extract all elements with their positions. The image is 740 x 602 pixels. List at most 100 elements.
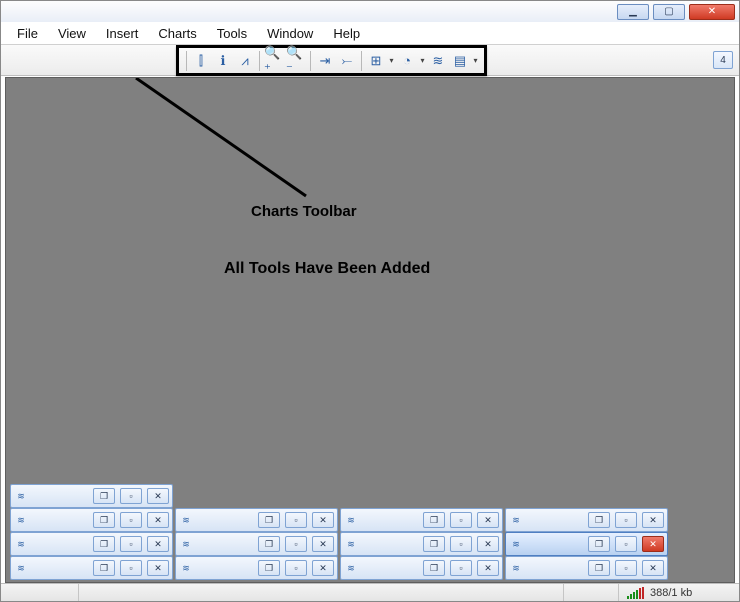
child-maximize-button[interactable]: ▫ xyxy=(450,512,472,528)
tile-icon[interactable]: ▤ xyxy=(449,50,471,72)
chart-shift-icon[interactable]: ⤚ xyxy=(336,50,358,72)
child-close-button[interactable]: ✕ xyxy=(642,560,664,576)
child-restore-button[interactable]: ❐ xyxy=(93,488,115,504)
maximize-icon: ▢ xyxy=(664,6,673,17)
child-close-button[interactable]: ✕ xyxy=(312,536,334,552)
child-restore-button[interactable]: ❐ xyxy=(423,536,445,552)
child-maximize-button[interactable]: ▫ xyxy=(285,560,307,576)
child-maximize-button[interactable]: ▫ xyxy=(450,560,472,576)
child-window[interactable]: ≋ ❐ ▫ ✕ xyxy=(175,556,338,580)
child-restore-button[interactable]: ❐ xyxy=(588,536,610,552)
child-window-row: ≋❐▫✕≋❐▫✕≋❐▫✕≋❐▫✕ xyxy=(10,556,668,580)
chart-window-icon: ≋ xyxy=(179,537,193,551)
child-window[interactable]: ≋❐▫✕ xyxy=(340,556,503,580)
child-window[interactable]: ≋ ❐ ▫ ✕ xyxy=(10,556,173,580)
zoom-out-icon[interactable]: 🔍⁻ xyxy=(285,50,307,72)
status-cell-1 xyxy=(1,584,79,601)
side-panel-tab[interactable]: 4 xyxy=(713,51,733,69)
child-window[interactable]: ≋ ❐ ▫ ✕ xyxy=(175,532,338,556)
child-window[interactable]: ≋ ❐ ▫ ✕ xyxy=(505,508,668,532)
child-close-button[interactable]: ✕ xyxy=(477,560,499,576)
child-close-button[interactable]: ✕ xyxy=(477,536,499,552)
close-button[interactable]: ✕ xyxy=(689,4,735,20)
chart-window-icon: ≋ xyxy=(179,513,193,527)
child-close-button[interactable]: ✕ xyxy=(147,536,169,552)
status-cell-2 xyxy=(564,584,619,601)
menu-window[interactable]: Window xyxy=(257,24,323,43)
child-restore-button[interactable]: ❐ xyxy=(588,512,610,528)
child-maximize-button[interactable]: ▫ xyxy=(120,512,142,528)
workspace: Charts Toolbar All Tools Have Been Added… xyxy=(5,77,735,583)
child-restore-button[interactable]: ❐ xyxy=(258,560,280,576)
child-window[interactable]: ≋ ❐ ▫ ✕ xyxy=(340,532,503,556)
periodicity-icon[interactable]: ◔ xyxy=(396,50,418,72)
child-maximize-button[interactable]: ▫ xyxy=(285,536,307,552)
child-window-row: ≋ ❐ ▫ ✕ xyxy=(10,484,668,508)
menu-file[interactable]: File xyxy=(7,24,48,43)
menu-view[interactable]: View xyxy=(48,24,96,43)
chart-window-icon: ≋ xyxy=(14,561,28,575)
child-restore-button[interactable]: ❐ xyxy=(588,560,610,576)
chart-window-icon: ≋ xyxy=(179,561,193,575)
maximize-button[interactable]: ▢ xyxy=(653,4,685,20)
templates-icon[interactable]: ≋ xyxy=(427,50,449,72)
child-window[interactable]: ≋ ❐ ▫ ✕ xyxy=(10,508,173,532)
menu-tools[interactable]: Tools xyxy=(207,24,257,43)
child-close-button[interactable]: ✕ xyxy=(642,536,664,552)
child-close-button[interactable]: ✕ xyxy=(642,512,664,528)
child-maximize-button[interactable]: ▫ xyxy=(120,488,142,504)
child-window[interactable]: ≋ ❐ ▫ ✕ xyxy=(505,532,668,556)
chart-window-icon: ≋ xyxy=(509,537,523,551)
periodicity-icon-dropdown[interactable]: ▾ xyxy=(418,56,427,65)
child-maximize-button[interactable]: ▫ xyxy=(120,536,142,552)
menu-help[interactable]: Help xyxy=(323,24,370,43)
child-window[interactable]: ≋ ❐ ▫ ✕ xyxy=(10,484,173,508)
child-maximize-button[interactable]: ▫ xyxy=(615,560,637,576)
chart-window-icon: ≋ xyxy=(344,537,358,551)
child-maximize-button[interactable]: ▫ xyxy=(120,560,142,576)
tile-icon-dropdown[interactable]: ▾ xyxy=(471,56,480,65)
child-maximize-button[interactable]: ▫ xyxy=(615,512,637,528)
indicators-icon-dropdown[interactable]: ▾ xyxy=(387,56,396,65)
child-window[interactable]: ≋❐▫✕ xyxy=(10,532,173,556)
child-window-stack: ≋ ❐ ▫ ✕ ≋ ❐ ▫ ✕ ≋ ❐ ▫ ✕ ≋ ❐ ▫ ✕ ≋ ❐ ▫ ✕ ≋ ❐ ▫ ✕ ≋ ❐ ▫ ✕ ≋ ❐ ▫ ✕ ≋ ❐ ▫ ✕ ≋ ❐ ▫ ✕… xyxy=(10,484,668,580)
status-network: 388/1 kb xyxy=(619,584,739,601)
chart-window-icon: ≋ xyxy=(509,513,523,527)
menu-charts[interactable]: Charts xyxy=(148,24,206,43)
chart-window-icon: ≋ xyxy=(14,489,28,503)
child-window[interactable]: ≋ ❐ ▫ ✕ xyxy=(175,508,338,532)
child-restore-button[interactable]: ❐ xyxy=(93,536,115,552)
child-maximize-button[interactable]: ▫ xyxy=(450,536,472,552)
indicators-icon[interactable]: ⊞ xyxy=(365,50,387,72)
child-restore-button[interactable]: ❐ xyxy=(258,536,280,552)
child-maximize-button[interactable]: ▫ xyxy=(285,512,307,528)
child-window[interactable]: ≋ ❐ ▫ ✕ xyxy=(505,556,668,580)
candlestick-icon[interactable]: ℹ xyxy=(212,50,234,72)
child-close-button[interactable]: ✕ xyxy=(312,560,334,576)
chart-window-icon: ≋ xyxy=(14,513,28,527)
child-close-button[interactable]: ✕ xyxy=(147,560,169,576)
bar-chart-icon[interactable]: ⫿ xyxy=(190,50,212,72)
line-chart-icon[interactable]: ⩘ xyxy=(234,50,256,72)
child-close-button[interactable]: ✕ xyxy=(312,512,334,528)
status-bar: 388/1 kb xyxy=(1,583,739,601)
zoom-in-icon[interactable]: 🔍⁺ xyxy=(263,50,285,72)
child-restore-button[interactable]: ❐ xyxy=(93,560,115,576)
child-restore-button[interactable]: ❐ xyxy=(423,512,445,528)
window-titlebar: ▁ ▢ ✕ xyxy=(1,1,739,23)
chart-window-icon: ≋ xyxy=(509,561,523,575)
child-restore-button[interactable]: ❐ xyxy=(93,512,115,528)
child-close-button[interactable]: ✕ xyxy=(147,512,169,528)
child-close-button[interactable]: ✕ xyxy=(477,512,499,528)
signal-icon xyxy=(627,587,644,599)
menu-insert[interactable]: Insert xyxy=(96,24,149,43)
child-restore-button[interactable]: ❐ xyxy=(258,512,280,528)
annotation-charts-toolbar-label: Charts Toolbar xyxy=(251,203,357,220)
child-window[interactable]: ≋❐▫✕ xyxy=(340,508,503,532)
auto-scroll-icon[interactable]: ⇥ xyxy=(314,50,336,72)
child-restore-button[interactable]: ❐ xyxy=(423,560,445,576)
child-maximize-button[interactable]: ▫ xyxy=(615,536,637,552)
minimize-button[interactable]: ▁ xyxy=(617,4,649,20)
network-traffic-label: 388/1 kb xyxy=(650,587,692,599)
child-close-button[interactable]: ✕ xyxy=(147,488,169,504)
